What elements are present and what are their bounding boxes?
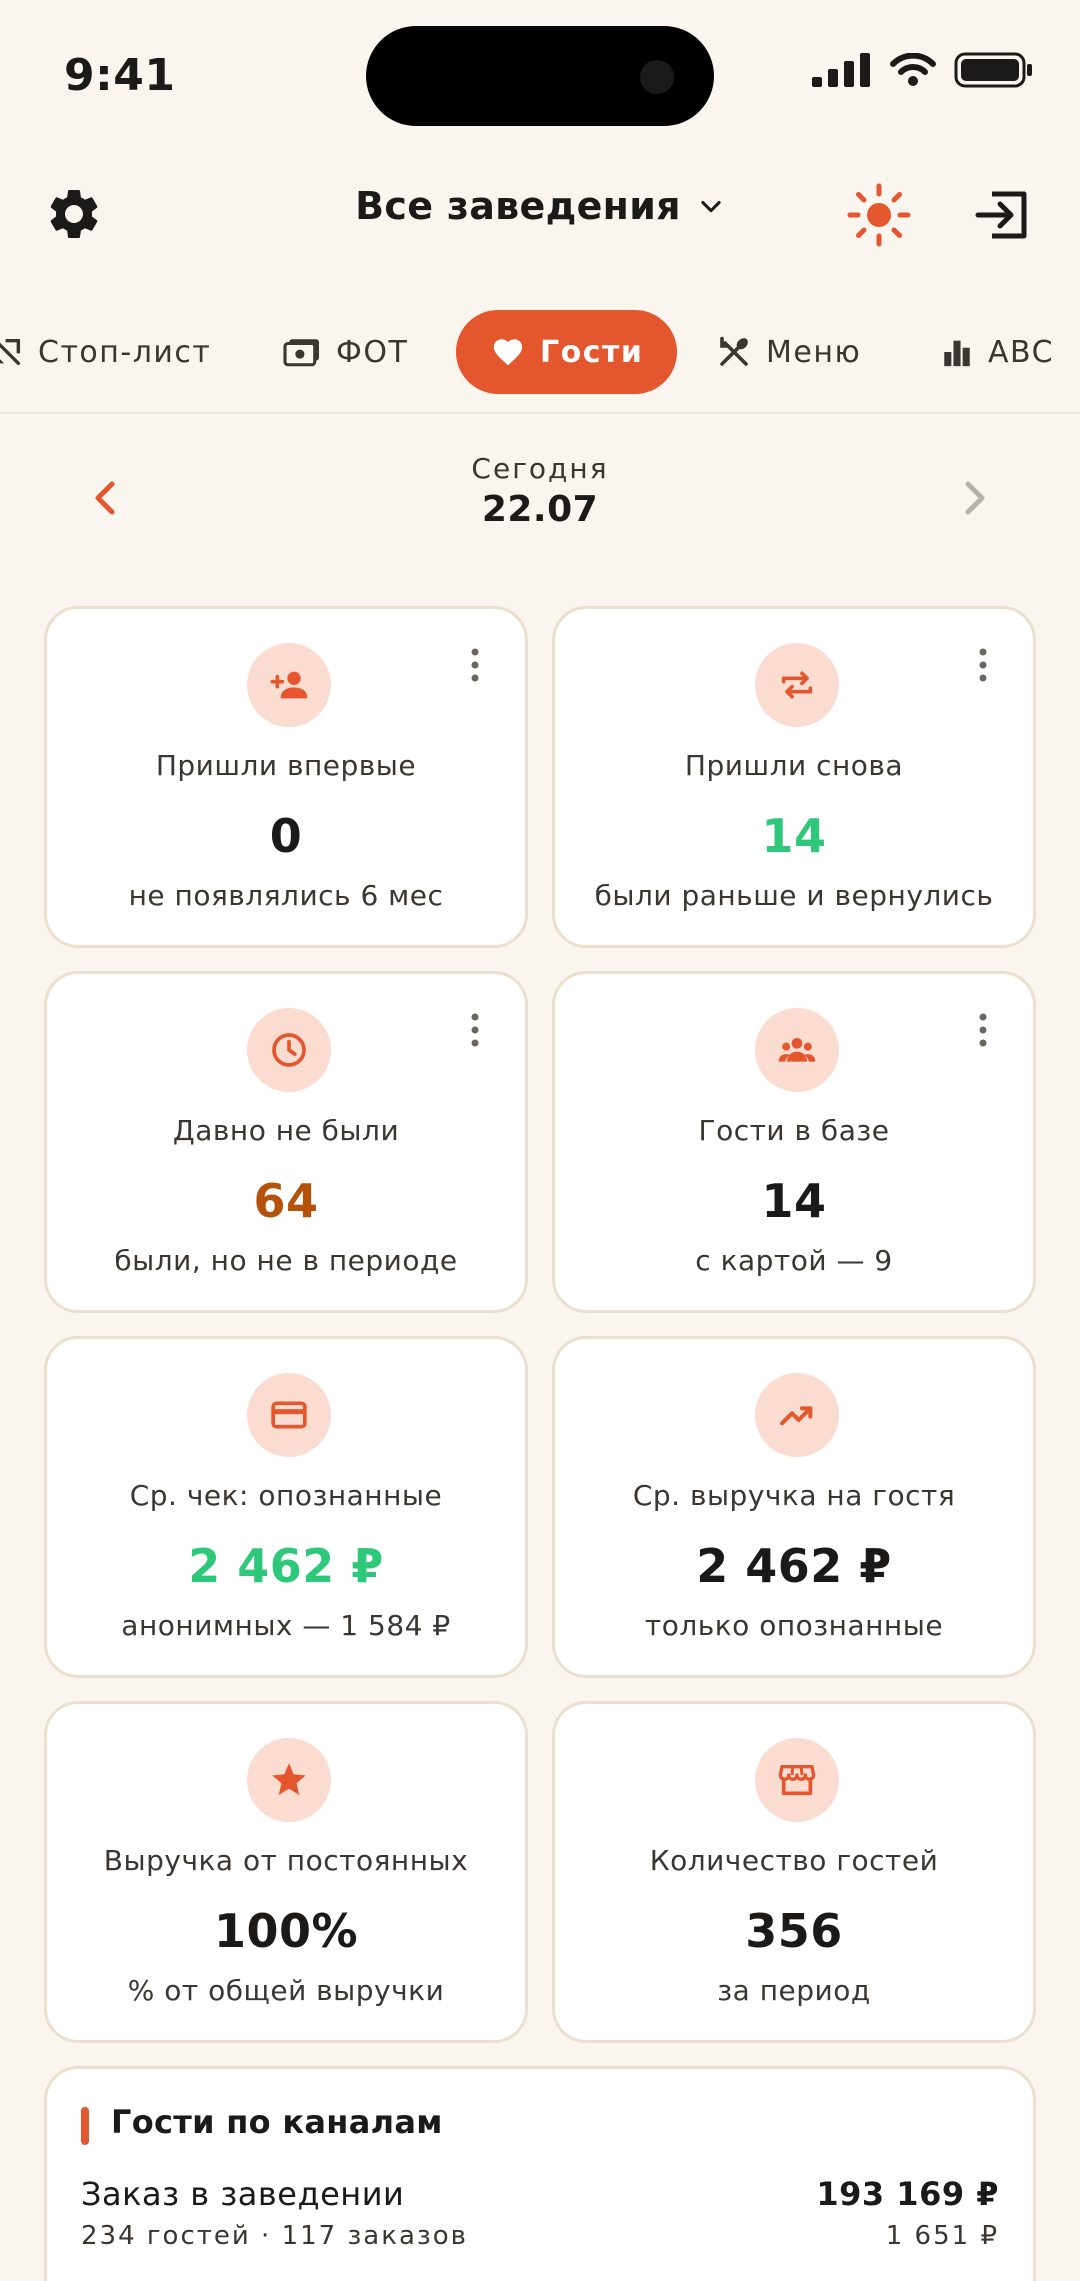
metric-card-avg-revenue-per-guest[interactable]: Ср. выручка на гостя 2 462 ₽ только опоз… (552, 1336, 1036, 1678)
store-icon (778, 1765, 816, 1796)
tabs-divider (0, 412, 1080, 414)
channel-amount: 193 169 ₽ (816, 2175, 999, 2213)
card-subtitle: % от общей выручки (127, 1974, 445, 2007)
card-value: 2 462 ₽ (696, 1539, 892, 1593)
wallet-icon (283, 339, 319, 367)
card-value: 356 (745, 1904, 843, 1958)
date-navigator: Сегодня 22.07 (0, 448, 1080, 548)
stop-list-icon (0, 338, 21, 366)
cutlery-icon (720, 336, 748, 366)
bar-chart-icon (944, 340, 970, 367)
date-label: Сегодня (471, 452, 609, 485)
card-title: Ср. выручка на гостя (632, 1479, 956, 1512)
repeat-icon (781, 671, 813, 699)
chevron-down-icon (701, 200, 721, 213)
card-subtitle: с картой — 9 (695, 1244, 893, 1277)
metric-card-guest-count[interactable]: Количество гостей 356 за период (552, 1701, 1036, 2043)
more-vertical-icon[interactable] (469, 1012, 481, 1048)
tab-fot[interactable]: ФОТ (282, 310, 408, 394)
status-time: 9:41 (64, 50, 176, 101)
metric-card-regular-revenue[interactable]: Выручка от постоянных 100% % от общей вы… (44, 1701, 528, 2043)
section-tabs: Стоп-лист ФОТ Гости Меню ABC (0, 310, 1080, 398)
channel-avg: 1 651 ₽ (885, 2221, 999, 2251)
tab-menu[interactable]: Меню (716, 310, 861, 394)
date-display: Сегодня 22.07 (0, 452, 1080, 530)
status-bar: 9:41 (0, 0, 1080, 150)
card-value: 100% (213, 1904, 359, 1958)
date-value: 22.07 (481, 489, 599, 530)
tab-label: ФОТ (336, 334, 409, 370)
logout-icon[interactable] (972, 184, 1034, 246)
more-vertical-icon[interactable] (977, 1012, 989, 1048)
group-icon (778, 1038, 816, 1062)
card-title: Пришли снова (684, 749, 904, 782)
card-title: Пришли впервые (155, 749, 417, 782)
trending-up-icon (780, 1406, 813, 1426)
tab-guests[interactable]: Гости (456, 310, 678, 394)
section-accent-bar (81, 2107, 89, 2145)
heart-icon (493, 339, 523, 366)
tab-label: Стоп-лист (38, 334, 212, 370)
card-title: Выручка от постоянных (103, 1844, 469, 1877)
card-value: 0 (269, 809, 303, 863)
venue-selector[interactable]: Все заведения (0, 184, 1080, 228)
metric-card-lapsed-guests[interactable]: Давно не были 64 были, но не в периоде (44, 971, 528, 1313)
card-subtitle: были, но не в периоде (114, 1244, 458, 1277)
card-title: Гости в базе (698, 1114, 890, 1147)
metric-card-returning-guests[interactable]: Пришли снова 14 были раньше и вернулись (552, 606, 1036, 948)
card-value: 14 (761, 809, 827, 863)
card-subtitle: только опознанные (644, 1609, 944, 1642)
tab-label: Меню (766, 334, 862, 370)
card-subtitle: не появлялись 6 мес (128, 879, 444, 912)
tab-abc[interactable]: ABC (940, 310, 1054, 394)
guests-by-channel-panel: Гости по каналам Заказ в заведении 234 г… (44, 2066, 1036, 2281)
venue-title: Все заведения (355, 184, 681, 228)
sun-theme-icon[interactable] (846, 182, 912, 248)
card-value: 64 (253, 1174, 319, 1228)
app-header: Все заведения (0, 170, 1080, 254)
wifi-icon (890, 53, 936, 86)
card-title: Количество гостей (649, 1844, 939, 1877)
card-value: 2 462 ₽ (188, 1539, 384, 1593)
channel-name: Заказ в заведении (81, 2175, 405, 2213)
signal-icon (812, 53, 870, 87)
more-vertical-icon[interactable] (977, 647, 989, 683)
section-title: Гости по каналам (111, 2103, 443, 2141)
person-add-icon (270, 671, 308, 699)
card-title: Ср. чек: опознанные (129, 1479, 443, 1512)
star-icon (272, 1763, 306, 1795)
metric-card-avg-check-identified[interactable]: Ср. чек: опознанные 2 462 ₽ анонимных — … (44, 1336, 528, 1678)
tab-label: ABC (988, 334, 1055, 370)
chevron-right-icon[interactable] (954, 472, 994, 524)
clock-icon (272, 1033, 306, 1067)
card-subtitle: за период (717, 1974, 871, 2007)
metric-card-guest-database[interactable]: Гости в базе 14 с картой — 9 (552, 971, 1036, 1313)
more-vertical-icon[interactable] (469, 647, 481, 683)
metric-card-new-guests[interactable]: Пришли впервые 0 не появлялись 6 мес (44, 606, 528, 948)
battery-icon (954, 52, 1032, 88)
tab-stop-list[interactable]: Стоп-лист (0, 310, 211, 394)
card-subtitle: анонимных — 1 584 ₽ (121, 1609, 451, 1642)
dynamic-island (366, 26, 714, 126)
card-value: 14 (761, 1174, 827, 1228)
tab-label: Гости (540, 334, 644, 370)
channel-meta: 234 гостей · 117 заказов (81, 2221, 468, 2251)
card-subtitle: были раньше и вернулись (594, 879, 994, 912)
credit-card-icon (271, 1401, 307, 1429)
card-title: Давно не были (172, 1114, 400, 1147)
